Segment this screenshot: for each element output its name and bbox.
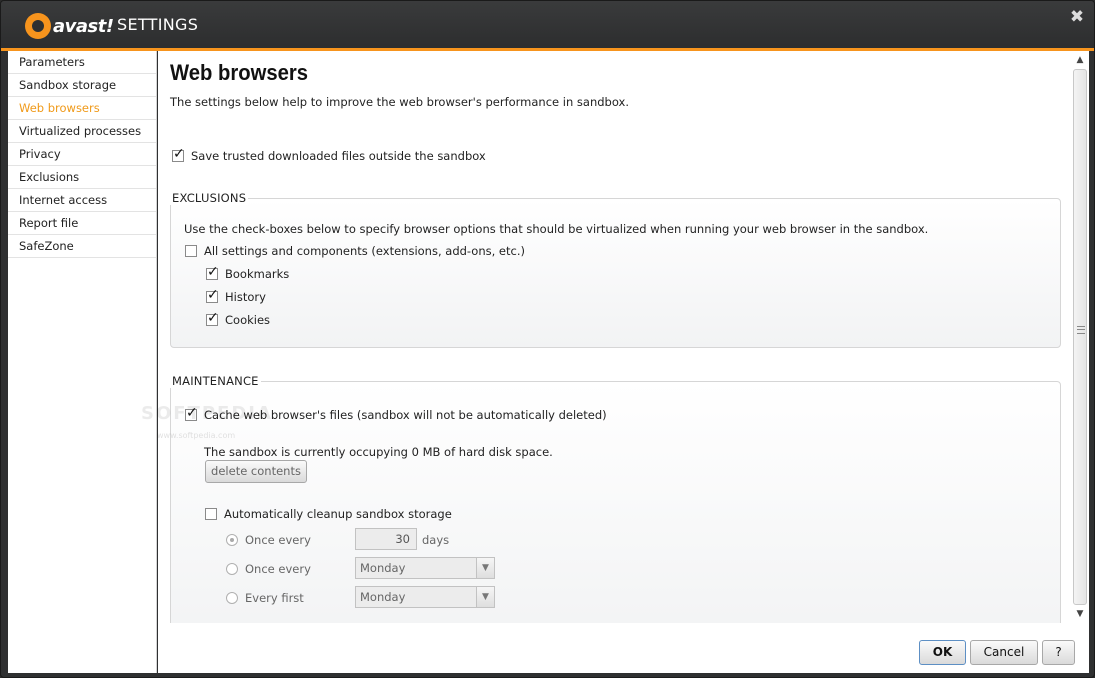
every-first-label: Every first [245, 591, 304, 605]
option-once-every-weekday-row[interactable]: Once every [226, 562, 311, 576]
history-checkbox[interactable] [206, 287, 219, 303]
history-label: History [225, 290, 266, 304]
vertical-scrollbar[interactable]: ▲ ▼ [1071, 51, 1089, 623]
avast-ball-icon [25, 13, 51, 39]
weekday-select[interactable]: Monday ▼ [355, 557, 495, 579]
exclusions-description: Use the check-boxes below to specify bro… [184, 222, 928, 236]
days-input[interactable]: 30 [355, 528, 417, 550]
close-icon[interactable]: ✖ [1068, 8, 1086, 26]
main-panel: Web browsers The settings below help to … [158, 51, 1071, 623]
cache-label: Cache web browser's files (sandbox will … [204, 408, 607, 422]
every-first-radio[interactable] [226, 592, 238, 604]
once-every-weekday-label: Once every [245, 562, 311, 576]
window-title: SETTINGS [117, 15, 199, 34]
save-trusted-row[interactable]: Save trusted downloaded files outside th… [172, 146, 486, 163]
sidebar-item-parameters[interactable]: Parameters [8, 51, 156, 74]
avast-logo: avast! [25, 11, 114, 41]
days-unit: days [422, 533, 449, 547]
option-once-every-days-row[interactable]: Once every [226, 533, 311, 547]
all-settings-label: All settings and components (extensions,… [204, 244, 525, 258]
help-button[interactable]: ? [1042, 640, 1075, 665]
once-every-days-label: Once every [245, 533, 311, 547]
exclusions-description-text: Use the check-boxes below to specify bro… [184, 222, 929, 236]
cancel-button[interactable]: Cancel [970, 640, 1038, 665]
settings-window: avast! SETTINGS ✖ Parameters Sandbox sto… [0, 0, 1095, 678]
sidebar-item-web-browsers[interactable]: Web browsers [8, 97, 156, 120]
every-first-select-value: Monday [360, 590, 406, 604]
all-settings-checkbox[interactable] [185, 245, 197, 257]
bookmarks-label: Bookmarks [225, 267, 290, 281]
grip-icon [1077, 326, 1085, 334]
scrollbar-thumb[interactable] [1073, 69, 1087, 605]
titlebar: avast! SETTINGS ✖ [1, 1, 1094, 49]
weekday-select-value: Monday [360, 561, 406, 575]
scroll-down-icon[interactable]: ▼ [1075, 609, 1085, 619]
bookmarks-checkbox[interactable] [206, 264, 219, 280]
save-trusted-label: Save trusted downloaded files outside th… [191, 149, 486, 163]
sidebar-nav: Parameters Sandbox storage Web browsers … [8, 51, 157, 673]
cache-checkbox[interactable] [185, 405, 198, 421]
sidebar-item-sandbox-storage[interactable]: Sandbox storage [8, 74, 156, 97]
auto-cleanup-label: Automatically cleanup sandbox storage [224, 507, 452, 521]
bookmarks-row[interactable]: Bookmarks [206, 264, 290, 281]
history-row[interactable]: History [206, 287, 266, 304]
sidebar-item-virtualized-processes[interactable]: Virtualized processes [8, 120, 156, 143]
maintenance-title: MAINTENANCE [170, 374, 261, 388]
ok-button[interactable]: OK [919, 640, 966, 665]
delete-contents-button[interactable]: delete contents [205, 460, 307, 483]
occupying-text: The sandbox is currently occupying 0 MB … [204, 445, 553, 459]
once-every-weekday-radio[interactable] [226, 563, 238, 575]
cookies-checkbox[interactable] [206, 310, 219, 326]
sidebar-item-report-file[interactable]: Report file [8, 212, 156, 235]
exclusions-group [170, 198, 1061, 348]
auto-cleanup-row[interactable]: Automatically cleanup sandbox storage [205, 507, 452, 521]
sidebar-item-safezone[interactable]: SafeZone [8, 235, 156, 258]
sidebar-item-internet-access[interactable]: Internet access [8, 189, 156, 212]
brand-text: avast! [53, 15, 114, 37]
sidebar-item-privacy[interactable]: Privacy [8, 143, 156, 166]
sidebar-item-exclusions[interactable]: Exclusions [8, 166, 156, 189]
save-trusted-checkbox[interactable] [172, 146, 185, 162]
cookies-row[interactable]: Cookies [206, 310, 271, 327]
auto-cleanup-checkbox[interactable] [205, 508, 217, 520]
scroll-up-icon[interactable]: ▲ [1075, 55, 1085, 65]
option-every-first-row[interactable]: Every first [226, 591, 304, 605]
cache-row[interactable]: Cache web browser's files (sandbox will … [185, 405, 607, 422]
page-description: The settings below help to improve the w… [170, 95, 629, 109]
every-first-select[interactable]: Monday ▼ [355, 586, 495, 608]
chevron-down-icon[interactable]: ▼ [476, 558, 494, 578]
cookies-label: Cookies [225, 313, 271, 327]
days-unit-text: days [422, 533, 450, 547]
occupying-info: The sandbox is currently occupying 0 MB … [204, 445, 553, 459]
exclusions-title: EXCLUSIONS [170, 191, 249, 205]
chevron-down-icon[interactable]: ▼ [476, 587, 494, 607]
dialog-footer: OK Cancel ? [158, 623, 1089, 673]
all-settings-row[interactable]: All settings and components (extensions,… [185, 244, 525, 258]
once-every-days-radio[interactable] [226, 534, 238, 546]
page-title: Web browsers [170, 60, 308, 85]
